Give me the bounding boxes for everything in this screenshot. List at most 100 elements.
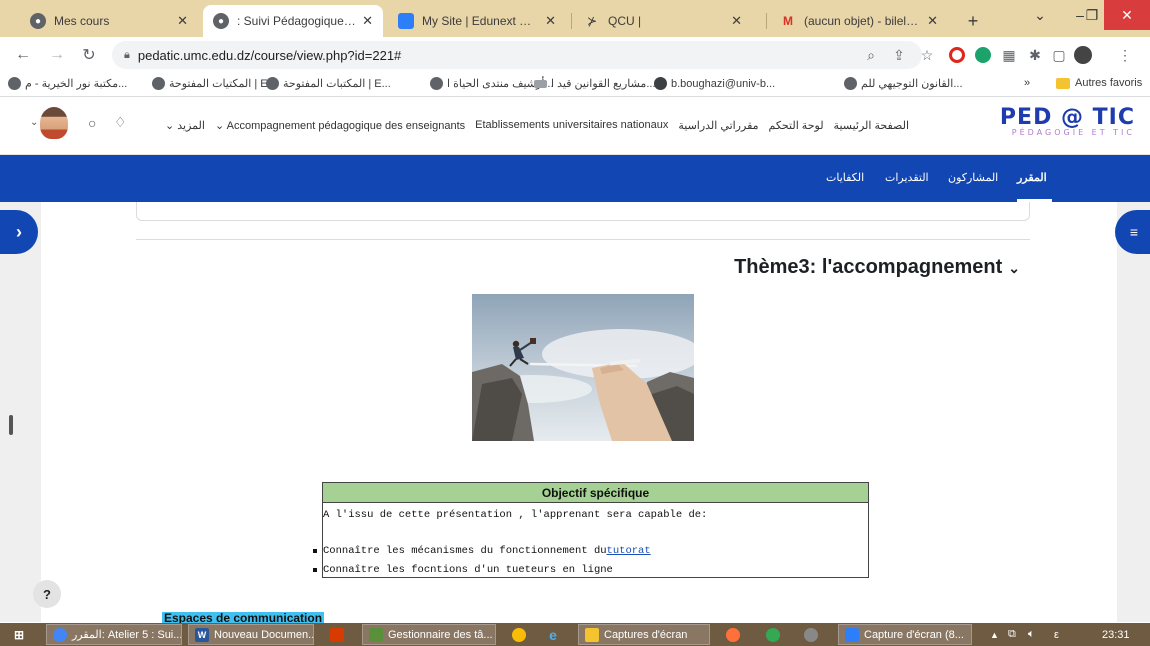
taskbar-firefox[interactable] xyxy=(720,624,746,645)
pinterest-icon xyxy=(654,77,667,90)
objective-list: Connaître les mécanismes du fonctionneme… xyxy=(313,541,651,579)
close-tab-icon[interactable]: ✕ xyxy=(731,13,742,29)
site-logo[interactable]: PED @ TIC PÉDAGOGIE ET TIC xyxy=(965,105,1135,147)
side-panel-icon[interactable]: ▢ xyxy=(1050,46,1068,64)
taskbar-office[interactable] xyxy=(324,624,352,645)
taskbar-task-manager[interactable]: Gestionnaire des tâ... xyxy=(362,624,496,645)
tab-title: QCU | xyxy=(608,14,642,28)
bookmark-star-icon[interactable]: ☆ xyxy=(918,46,936,64)
volume-icon[interactable]: 🔈︎ xyxy=(1022,624,1042,645)
nav-accompagnement[interactable]: ⌄ Accompagnement pédagogique des enseign… xyxy=(215,119,465,132)
taskbar-ie[interactable]: e xyxy=(540,624,566,645)
tab-gmail[interactable]: M (aucun objet) - bileloss211 ✕ xyxy=(770,5,948,37)
start-button[interactable]: ⊞ xyxy=(6,624,34,645)
objective-item-text: Connaître les mécanismes du fonctionneme… xyxy=(323,544,607,557)
tutorat-link[interactable]: tutorat xyxy=(607,545,651,557)
close-tab-icon[interactable]: ✕ xyxy=(362,13,373,29)
taskbar-app[interactable] xyxy=(798,624,824,645)
tab-search-icon[interactable]: ⌄ xyxy=(1020,0,1060,30)
bookmark-item[interactable]: المكتبات المفتوحة | E... xyxy=(262,77,391,90)
taskbar-explorer[interactable]: Captures d'écran xyxy=(578,624,710,645)
address-bar[interactable]: 🔒︎ pedatic.umc.edu.dz/course/view.php?id… xyxy=(112,41,922,69)
tab-grades[interactable]: التقديرات xyxy=(885,171,929,184)
zoom-icon[interactable]: ⌕ xyxy=(862,46,880,64)
tab-title: (aucun objet) - bileloss211 xyxy=(804,14,921,28)
close-tab-icon[interactable]: ✕ xyxy=(545,13,556,29)
close-tab-icon[interactable]: ✕ xyxy=(177,13,188,29)
new-tab-button[interactable]: + xyxy=(958,5,988,37)
nav-my-courses[interactable]: مقرراتي الدراسية xyxy=(678,119,758,132)
next-section-heading: Espaces de communication xyxy=(162,612,325,623)
taskbar-label: Captures d'écran xyxy=(604,628,688,641)
doc-icon xyxy=(534,79,547,88)
extension-grid-icon[interactable]: ▦ xyxy=(1000,46,1018,64)
chrome-icon xyxy=(53,627,67,642)
url-text: pedatic.umc.edu.dz/course/view.php?id=22… xyxy=(137,47,402,63)
restore-button[interactable]: ❐ xyxy=(1080,0,1104,30)
taskbar-label: Gestionnaire des tâ... xyxy=(388,628,493,641)
close-tab-icon[interactable]: ✕ xyxy=(927,13,938,29)
back-button[interactable]: ← xyxy=(12,44,34,66)
more-bookmarks-button[interactable]: » xyxy=(1024,77,1030,89)
chevron-down-icon[interactable]: ⌄ xyxy=(1008,260,1020,276)
nav-etablissements[interactable]: Etablissements universitaires nationaux xyxy=(475,119,668,132)
kebab-menu-icon[interactable]: ⋮ xyxy=(1116,46,1134,64)
app-icon xyxy=(804,627,818,642)
windows-icon: ⊞ xyxy=(13,627,25,642)
globe-icon xyxy=(844,77,857,90)
internet-explorer-icon: e xyxy=(549,626,557,643)
nav-more[interactable]: ⌄ المزيد xyxy=(165,119,205,132)
other-bookmarks-folder[interactable]: Autres favoris xyxy=(1056,77,1142,89)
nav-dashboard[interactable]: لوحة التحكم xyxy=(769,119,824,132)
section-title[interactable]: Thème3: l'accompagnement ⌄ xyxy=(600,256,1020,279)
site-header: ⌄ ○ ♢ ⌄ المزيد ⌄ Accompagnement pédagogi… xyxy=(0,97,1150,155)
globe-icon xyxy=(152,77,165,90)
chevron-down-icon: ⌄ xyxy=(214,120,227,132)
tab-qcu[interactable]: ⊁ QCU | ✕ xyxy=(574,5,752,37)
user-avatar[interactable] xyxy=(40,107,68,139)
globe-icon: ● xyxy=(30,13,46,29)
network-icon[interactable]: ⧉ xyxy=(1002,624,1022,645)
bookmark-item[interactable]: المكتيات المفتوحة | E... xyxy=(148,77,277,90)
tab-suivi-pedagogique[interactable]: ● : Suivi Pédagogique :المقرر ✕ xyxy=(203,5,383,37)
tab-edunext[interactable]: My Site | Edunext Control C ✕ xyxy=(388,5,566,37)
chevron-right-icon: » xyxy=(1024,77,1031,89)
tab-competencies[interactable]: الكفايات xyxy=(826,171,864,184)
bell-icon[interactable]: ♢ xyxy=(114,114,127,131)
taskbar-word[interactable]: W Nouveau Documen... xyxy=(188,624,314,645)
share-icon[interactable]: ⇪ xyxy=(890,46,908,64)
reload-button[interactable]: ↻ xyxy=(78,44,100,66)
chevron-right-icon: › xyxy=(16,221,22,242)
bookmark-item[interactable]: القانون التوجيهي للم... xyxy=(840,77,963,90)
windows-taskbar: ⊞ المقرر: Atelier 5 : Sui... W Nouveau D… xyxy=(0,623,1150,646)
tab-mes-cours[interactable]: ● Mes cours ✕ xyxy=(20,5,198,37)
taskbar-chrome[interactable]: المقرر: Atelier 5 : Sui... xyxy=(46,624,182,645)
green-extension-icon[interactable] xyxy=(974,46,992,64)
opera-extension-icon[interactable] xyxy=(948,46,966,64)
taskbar-chrome-3[interactable] xyxy=(760,624,786,645)
help-button[interactable]: ? xyxy=(33,580,61,608)
globe-icon xyxy=(8,77,21,90)
chevron-down-icon[interactable]: ⌄ xyxy=(30,117,38,128)
forward-button[interactable]: → xyxy=(46,44,68,66)
input-language[interactable]: ε xyxy=(1048,624,1068,645)
chrome-icon xyxy=(512,627,526,642)
tab-course[interactable]: المقرر xyxy=(1017,171,1047,184)
course-secondary-nav: المقرر المشاركون التقديرات الكفايات xyxy=(0,155,1150,202)
profile-avatar[interactable] xyxy=(1074,46,1092,64)
close-window-button[interactable]: ✕ xyxy=(1104,0,1150,30)
bookmark-item[interactable]: b.boughazi@univ-b... xyxy=(650,77,775,90)
tab-participants[interactable]: المشاركون xyxy=(948,171,998,184)
taskbar-snipping[interactable]: Capture d'écran (8... xyxy=(838,624,972,645)
show-hidden-icons[interactable]: ▲ xyxy=(984,624,1000,645)
lock-icon: 🔒︎ xyxy=(124,48,130,61)
taskbar-chrome-2[interactable] xyxy=(506,624,532,645)
message-icon[interactable]: ○ xyxy=(88,115,96,131)
nav-home[interactable]: الصفحة الرئيسية xyxy=(834,119,909,132)
bookmark-item[interactable]: مكتبة نور الخيرية - م... xyxy=(4,77,127,90)
clock[interactable]: 23:31 xyxy=(1096,624,1144,645)
scrollbar-thumb[interactable] xyxy=(9,415,13,435)
gmail-icon: M xyxy=(783,14,793,28)
bookmark-item[interactable]: مشاريع القوانين قيد ا... xyxy=(530,77,656,90)
puzzle-icon[interactable]: ✱ xyxy=(1026,46,1044,64)
